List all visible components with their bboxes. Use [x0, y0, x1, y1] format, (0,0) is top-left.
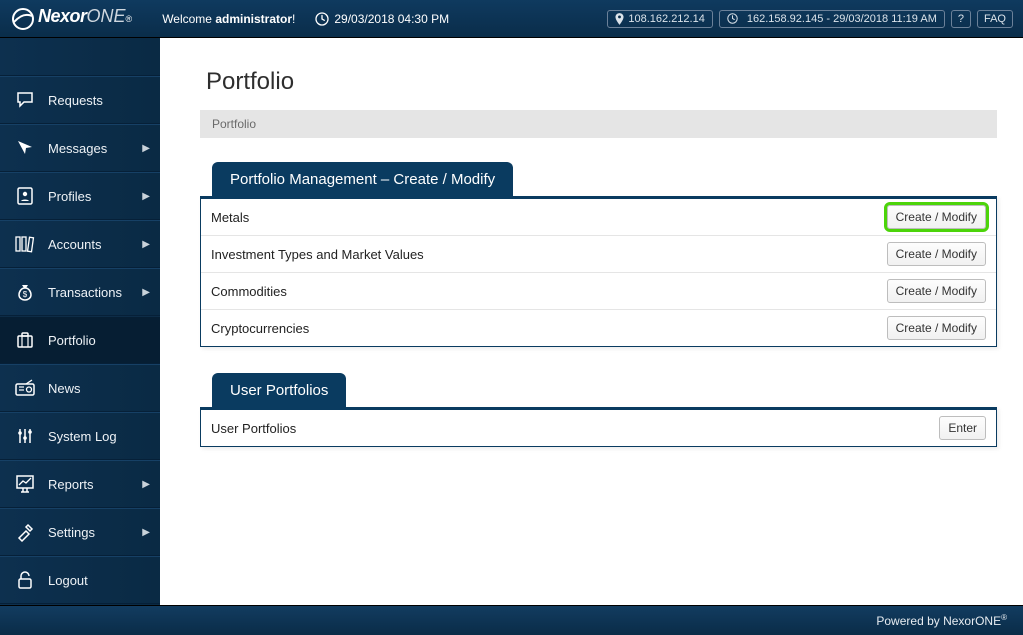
sliders-icon [12, 426, 38, 446]
breadcrumb: Portfolio [200, 110, 997, 138]
sidebar-item-portfolio[interactable]: Portfolio [0, 316, 160, 364]
chevron-right-icon: ▶ [142, 527, 150, 538]
cursor-icon [12, 138, 38, 158]
clock-icon [315, 12, 329, 26]
table-row: Investment Types and Market Values Creat… [201, 236, 996, 273]
chevron-right-icon: ▶ [142, 143, 150, 154]
faq-button[interactable]: FAQ [977, 10, 1013, 28]
logo-reg: ® [126, 14, 133, 24]
radio-icon [12, 379, 38, 397]
sidebar-item-label: Portfolio [48, 333, 150, 348]
sidebar-item-label: Requests [48, 93, 150, 108]
svg-text:$: $ [23, 290, 28, 299]
page-title: Portfolio [206, 68, 997, 96]
table-row: User Portfolios Enter [201, 410, 996, 446]
logo-swirl-icon [10, 6, 36, 32]
enter-button[interactable]: Enter [939, 416, 986, 440]
speech-icon [12, 90, 38, 110]
sidebar-item-reports[interactable]: Reports ▶ [0, 460, 160, 508]
panel-portfolio-management: Portfolio Management – Create / Modify M… [200, 162, 997, 347]
footer: Powered by NexorONE® [0, 605, 1023, 635]
datetime-value: 29/03/2018 04:30 PM [334, 12, 449, 26]
sidebar-item-label: Settings [48, 525, 142, 540]
panel-body: User Portfolios Enter [200, 407, 997, 447]
panel-user-portfolios: User Portfolios User Portfolios Enter [200, 373, 997, 447]
welcome-suffix: ! [292, 12, 295, 26]
welcome-user: administrator [215, 12, 292, 26]
row-label: Commodities [211, 284, 887, 299]
footer-label: Powered by NexorONE [876, 614, 1001, 628]
faq-label: FAQ [984, 13, 1006, 25]
pin-icon [615, 13, 624, 25]
sidebar-item-label: Logout [48, 573, 150, 588]
breadcrumb-item[interactable]: Portfolio [212, 117, 256, 131]
logo-text-one: ONE [87, 6, 126, 27]
sidebar-item-label: Transactions [48, 285, 142, 300]
chevron-right-icon: ▶ [142, 191, 150, 202]
last-login-value: 162.158.92.145 - 29/03/2018 11:19 AM [747, 13, 937, 25]
row-label: User Portfolios [211, 421, 939, 436]
datetime: 29/03/2018 04:30 PM [315, 12, 449, 26]
row-label: Investment Types and Market Values [211, 247, 887, 262]
main-content: Portfolio Portfolio Portfolio Management… [160, 38, 1023, 605]
sidebar-item-profiles[interactable]: Profiles ▶ [0, 172, 160, 220]
create-modify-button[interactable]: Create / Modify [887, 279, 986, 303]
tools-icon [12, 522, 38, 542]
help-label: ? [958, 13, 964, 25]
chevron-right-icon: ▶ [142, 479, 150, 490]
sidebar-item-messages[interactable]: Messages ▶ [0, 124, 160, 172]
header: NexorONE® Welcome administrator! 29/03/2… [0, 0, 1023, 38]
sidebar-item-label: Profiles [48, 189, 142, 204]
help-button[interactable]: ? [951, 10, 971, 28]
suitcase-icon [12, 330, 38, 350]
footer-reg: ® [1001, 613, 1007, 622]
chevron-right-icon: ▶ [142, 239, 150, 250]
clock-icon [727, 13, 738, 24]
sidebar-item-settings[interactable]: Settings ▶ [0, 508, 160, 556]
sidebar: Requests Messages ▶ Profiles ▶ Accounts … [0, 38, 160, 605]
chevron-right-icon: ▶ [142, 287, 150, 298]
profile-icon [12, 186, 38, 206]
row-label: Cryptocurrencies [211, 321, 887, 336]
table-row: Metals Create / Modify [201, 199, 996, 236]
create-modify-button[interactable]: Create / Modify [887, 205, 986, 229]
lock-icon [12, 570, 38, 590]
ip-badge[interactable]: 108.162.212.14 [607, 10, 712, 28]
ip-value: 108.162.212.14 [628, 13, 704, 25]
panel-tab: Portfolio Management – Create / Modify [212, 162, 513, 197]
welcome-text: Welcome administrator! [162, 12, 295, 26]
panel-tab: User Portfolios [212, 373, 346, 408]
sidebar-item-accounts[interactable]: Accounts ▶ [0, 220, 160, 268]
last-login-badge[interactable]: 162.158.92.145 - 29/03/2018 11:19 AM [719, 10, 945, 28]
footer-text: Powered by NexorONE® [876, 613, 1007, 628]
sidebar-item-label: Accounts [48, 237, 142, 252]
sidebar-item-transactions[interactable]: $ Transactions ▶ [0, 268, 160, 316]
sidebar-item-label: System Log [48, 429, 150, 444]
chart-icon [12, 474, 38, 494]
panel-body: Metals Create / Modify Investment Types … [200, 196, 997, 347]
welcome-prefix: Welcome [162, 12, 215, 26]
sidebar-item-requests[interactable]: Requests [0, 76, 160, 124]
sidebar-item-label: Messages [48, 141, 142, 156]
create-modify-button[interactable]: Create / Modify [887, 316, 986, 340]
sidebar-item-label: Reports [48, 477, 142, 492]
row-label: Metals [211, 210, 887, 225]
moneybag-icon: $ [12, 282, 38, 302]
logo-text-nexor: Nexor [38, 6, 87, 27]
books-icon [12, 234, 38, 254]
table-row: Commodities Create / Modify [201, 273, 996, 310]
sidebar-item-news[interactable]: News [0, 364, 160, 412]
logo[interactable]: NexorONE® [10, 6, 132, 32]
create-modify-button[interactable]: Create / Modify [887, 242, 986, 266]
sidebar-gap [0, 38, 160, 76]
table-row: Cryptocurrencies Create / Modify [201, 310, 996, 346]
sidebar-item-system-log[interactable]: System Log [0, 412, 160, 460]
sidebar-item-label: News [48, 381, 150, 396]
sidebar-item-logout[interactable]: Logout [0, 556, 160, 604]
